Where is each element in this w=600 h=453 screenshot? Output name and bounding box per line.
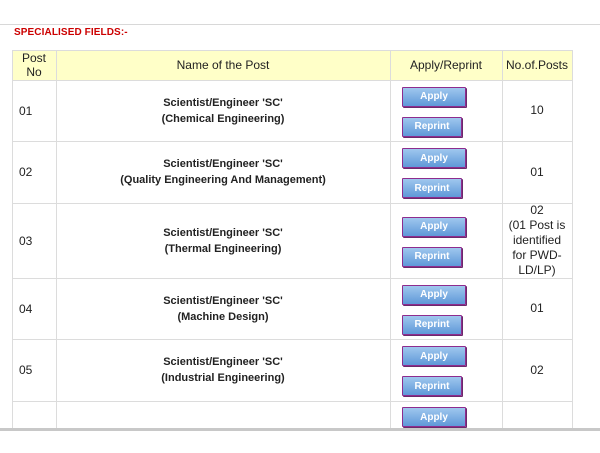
apply-button[interactable]: Apply [402, 346, 466, 366]
reprint-button[interactable]: Reprint [402, 246, 462, 267]
post-title: Scientist/Engineer 'SC' [163, 294, 283, 307]
apply-button[interactable]: Apply [402, 284, 466, 305]
post-count: 02 (01 Post is identified for PWD- LD/LP) [508, 203, 566, 277]
row-divider [12, 401, 572, 402]
post-discipline: (Quality Engineering And Management) [120, 174, 326, 186]
post-count: 10 [530, 103, 544, 117]
post-name: Scientist/Engineer 'SC' (Thermal Engineer… [56, 203, 390, 278]
post-discipline: (Thermal Engineering) [164, 242, 282, 255]
post-name: Scientist/Engineer 'SC' (Quality Engineer… [56, 141, 390, 203]
post-name: Scientist/Engineer 'SC' (Chemical Enginee… [56, 80, 390, 141]
apply-button[interactable]: Apply [402, 216, 466, 237]
column-divider [390, 50, 391, 428]
post-name: Scientist/Engineer 'SC' (Machine Design) [56, 278, 390, 339]
top-divider [0, 24, 600, 25]
post-title: Scientist/Engineer 'SC' [163, 96, 283, 109]
post-count: 01 [530, 164, 544, 179]
reprint-button[interactable]: Reprint [402, 116, 462, 137]
section-title: SPECIALISED FIELDS:- [14, 27, 128, 38]
window-bottom-edge [0, 428, 600, 453]
post-count: 02 [530, 362, 544, 377]
post-title: Scientist/Engineer 'SC' [163, 226, 283, 239]
header-apply-reprint: Apply/Reprint [409, 58, 483, 72]
apply-button[interactable]: Apply [402, 407, 466, 427]
reprint-button[interactable]: Reprint [402, 178, 462, 198]
reprint-button[interactable]: Reprint [402, 376, 462, 396]
header-no-of-posts: No.of.Posts [505, 58, 569, 72]
post-discipline: (Machine Design) [177, 310, 269, 323]
row-divider [12, 50, 572, 51]
post-name: Scientist/Engineer 'SC' (Industrial Engin… [56, 339, 390, 401]
posts-table: Post No Name of the Post Apply/Reprint No.of… [0, 38, 600, 428]
apply-button[interactable]: Apply [402, 86, 466, 107]
header-post-no: Post No [21, 51, 46, 79]
post-count [502, 401, 572, 428]
column-divider [572, 50, 573, 428]
post-count: 01 [530, 301, 544, 315]
reprint-button[interactable]: Reprint [402, 314, 462, 335]
post-name: Scientist/Engineer 'SC' [56, 409, 390, 428]
post-title: Scientist/Engineer 'SC' [163, 356, 283, 368]
header-name-of-post: Name of the Post [176, 58, 270, 72]
post-title: Scientist/Engineer 'SC' [163, 158, 283, 170]
apply-button[interactable]: Apply [402, 148, 466, 168]
post-discipline: (Industrial Engineering) [161, 372, 285, 384]
post-discipline: (Chemical Engineering) [161, 112, 285, 125]
